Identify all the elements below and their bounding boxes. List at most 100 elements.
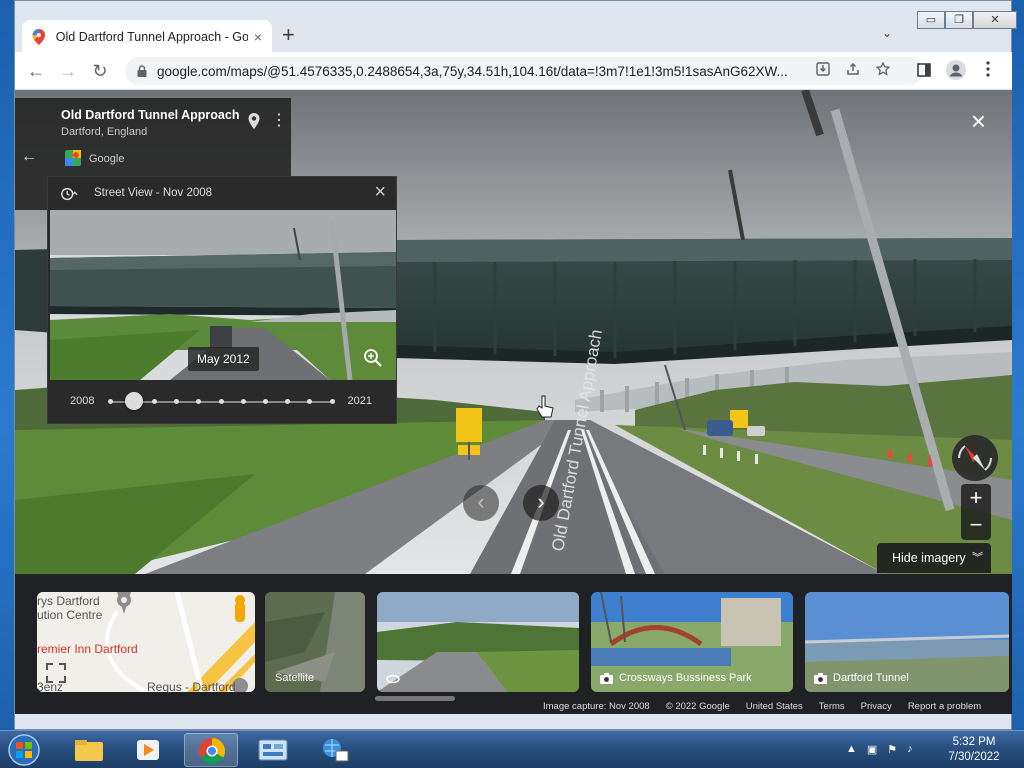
map-label-4: Regus - Dartford — [147, 680, 236, 692]
volume-icon[interactable]: ♪ — [907, 743, 913, 756]
location-pin-icon[interactable] — [247, 112, 261, 130]
photo-card-road[interactable] — [377, 592, 579, 692]
time-machine-title: Street View - Nov 2008 — [94, 187, 213, 199]
slider-year-dot[interactable] — [307, 399, 313, 404]
strip-scrollbar[interactable] — [375, 696, 455, 701]
tray-expand-icon[interactable]: ▲ — [846, 743, 857, 756]
tab-close-icon[interactable]: × — [254, 29, 262, 45]
side-panel-icon[interactable] — [913, 60, 935, 82]
browser-toolbar: ← → ↻ google.com/maps/@51.4576335,0.2488… — [15, 52, 1012, 90]
satellite-card[interactable]: Satellite — [265, 592, 365, 692]
year-slider[interactable]: 2008 2021 — [48, 389, 396, 415]
previous-arrow-button[interactable]: ‹ — [463, 485, 499, 521]
slider-year-dot[interactable] — [196, 399, 202, 404]
hide-imagery-button[interactable]: Hide imagery ︾ — [877, 543, 991, 573]
folder-icon — [75, 740, 103, 761]
slider-start-year: 2008 — [70, 395, 95, 407]
map-label-2: ution Centre — [37, 608, 103, 622]
copyright-text: © 2022 Google — [665, 701, 730, 712]
clock-time: 5:32 PM — [952, 736, 996, 748]
place-title[interactable]: Old Dartford Tunnel Approach — [61, 108, 239, 122]
lock-icon — [137, 65, 147, 77]
bookmark-star-icon[interactable] — [873, 61, 893, 81]
slider-year-dot[interactable] — [240, 399, 246, 404]
imagery-strip: rys Dartford ution Centre remier Inn Dar… — [15, 574, 1012, 714]
privacy-link[interactable]: Privacy — [861, 701, 892, 713]
slider-year-dot[interactable] — [329, 399, 335, 404]
zoom-out-button[interactable]: − — [961, 512, 991, 540]
google-maps-icon — [32, 29, 46, 45]
profile-avatar-icon[interactable] — [945, 60, 967, 82]
road-photo-thumbnail — [377, 592, 579, 692]
history-icon[interactable] — [60, 186, 78, 202]
tab-search-button[interactable]: ⌄ — [882, 26, 892, 40]
double-chevron-down-icon: ︾ — [972, 552, 983, 564]
action-center-flag-icon[interactable]: ⚑ — [887, 743, 897, 756]
back-to-map-icon[interactable]: ← — [21, 148, 37, 166]
reload-button[interactable]: ↻ — [89, 60, 111, 82]
forward-button[interactable]: → — [57, 60, 79, 82]
map-label-3: remier Inn Dartford — [37, 642, 138, 656]
tab-google-maps[interactable]: Old Dartford Tunnel Approach - Google Ma… — [22, 20, 272, 54]
system-tray: ▲ ▣ ⚑ ♪ — [846, 743, 913, 756]
media-player-icon — [137, 740, 159, 760]
country-link[interactable]: United States — [746, 701, 803, 713]
imagery-provider: Google — [89, 153, 125, 165]
360-photo-icon — [386, 674, 400, 684]
zoom-preview-icon[interactable] — [362, 347, 384, 369]
url-text: google.com/maps/@51.4576335,0.2488654,3a… — [157, 63, 788, 79]
start-button-icon[interactable] — [4, 733, 44, 767]
new-tab-button[interactable]: + — [282, 24, 295, 46]
taskbar-network-app[interactable] — [308, 733, 362, 767]
terms-link[interactable]: Terms — [819, 701, 845, 713]
footer-links: Image capture: Nov 2008 © 2022 Google Un… — [543, 701, 981, 713]
clock[interactable]: 5:32 PM 7/30/2022 — [934, 735, 1014, 765]
slider-year-dot[interactable] — [218, 399, 224, 404]
zoom-in-button[interactable]: + — [961, 484, 991, 512]
slider-handle[interactable] — [125, 392, 144, 410]
tab-title: Old Dartford Tunnel Approach - Google Ma… — [55, 30, 248, 44]
slider-year-dot[interactable] — [285, 399, 291, 404]
expand-map-icon[interactable] — [45, 662, 67, 684]
slider-year-dot[interactable] — [107, 399, 113, 404]
satellite-label: Satellite — [275, 672, 315, 684]
hide-imagery-label: Hide imagery — [892, 551, 966, 565]
address-bar[interactable]: google.com/maps/@51.4576335,0.2488654,3a… — [125, 57, 923, 85]
slider-year-dot[interactable] — [151, 399, 157, 404]
exit-street-view-button[interactable]: × — [971, 108, 986, 134]
network-globe-icon — [323, 739, 349, 762]
network-icon[interactable]: ▣ — [867, 743, 877, 756]
install-icon[interactable] — [813, 61, 833, 81]
slider-year-dot[interactable] — [174, 399, 180, 404]
slider-end-year: 2021 — [347, 395, 372, 407]
more-options-icon[interactable]: ⋮ — [271, 112, 287, 130]
photo-card-dartford-tunnel[interactable]: Dartford Tunnel — [805, 592, 1009, 692]
photo-label-crossways: Crossways Bussiness Park — [619, 672, 752, 684]
camera-icon — [814, 673, 827, 684]
back-button[interactable]: ← — [25, 60, 47, 82]
map-thumbnail-card[interactable]: rys Dartford ution Centre remier Inn Dar… — [37, 592, 255, 692]
time-machine-header: Street View - Nov 2008 × — [48, 177, 396, 209]
slider-year-dot[interactable] — [262, 399, 268, 404]
chrome-menu-icon[interactable] — [977, 60, 999, 82]
google-maps-logo-icon — [65, 150, 81, 166]
place-subtitle: Dartford, England — [61, 126, 148, 138]
taskbar: ▲ ▣ ⚑ ♪ 5:32 PM 7/30/2022 — [0, 730, 1024, 768]
time-machine-close-button[interactable]: × — [374, 182, 386, 202]
next-arrow-button[interactable]: › — [523, 485, 559, 521]
control-panel-icon — [258, 739, 288, 761]
photo-card-crossways[interactable]: Crossways Bussiness Park — [591, 592, 793, 692]
image-capture-date: Image capture: Nov 2008 — [543, 701, 650, 712]
map-label-1: rys Dartford — [37, 594, 100, 608]
clock-date: 7/30/2022 — [948, 751, 1000, 763]
chrome-icon — [198, 737, 226, 765]
taskbar-explorer[interactable] — [62, 733, 116, 767]
street-view[interactable]: Old Dartford Tunnel Approach × ← Old Dar… — [15, 90, 1012, 714]
compass-icon[interactable] — [951, 434, 999, 482]
taskbar-control-panel[interactable] — [246, 733, 300, 767]
taskbar-chrome[interactable] — [184, 733, 238, 767]
tab-strip: Old Dartford Tunnel Approach - Google Ma… — [20, 18, 1010, 54]
taskbar-media-player[interactable] — [122, 733, 176, 767]
share-icon[interactable] — [843, 61, 863, 81]
report-problem-link[interactable]: Report a problem — [908, 701, 981, 713]
